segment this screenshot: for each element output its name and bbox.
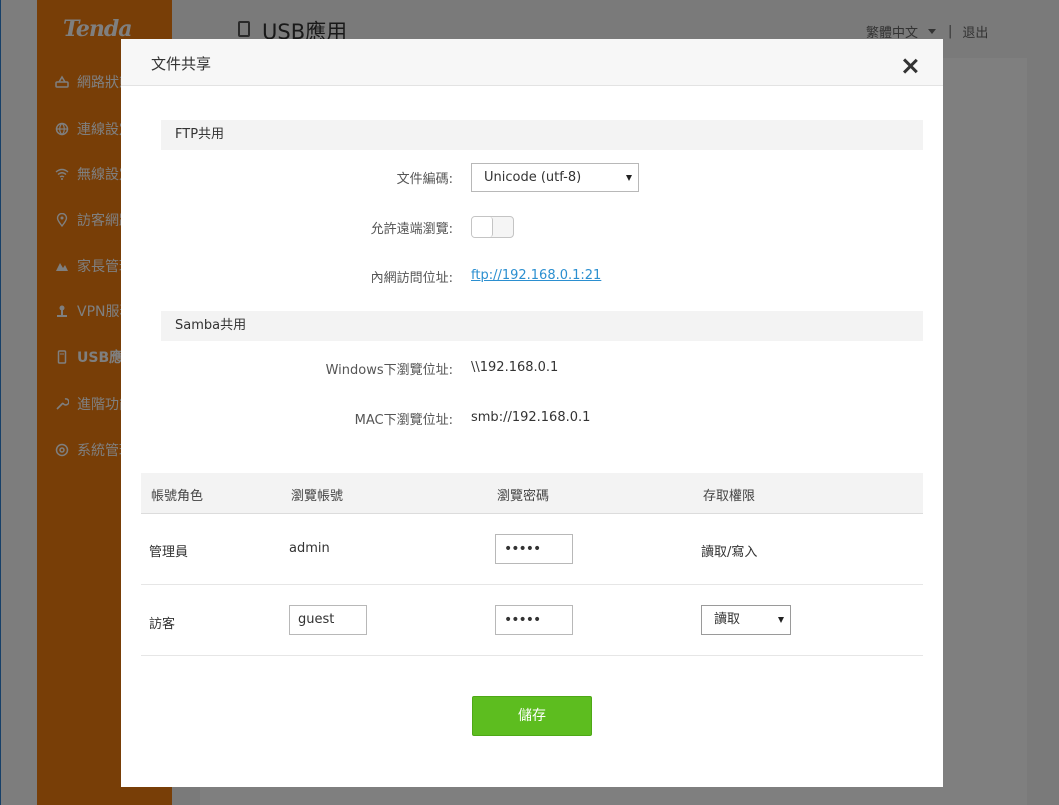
dialog-header: 文件共享 [121, 39, 943, 86]
encoding-label: 文件編碼: [396, 172, 453, 187]
guest-password-input[interactable]: ••••• [495, 605, 573, 635]
mac-address-value: smb://192.168.0.1 [471, 410, 591, 425]
column-header-password: 瀏覽密碼 [497, 489, 550, 504]
column-header-role: 帳號角色 [151, 489, 204, 504]
close-icon[interactable] [900, 56, 920, 76]
ftp-section-header: FTP共用 [161, 120, 923, 150]
save-button[interactable]: 儲存 [472, 696, 592, 736]
table-row: 管理員 admin ••••• 讀取/寫入 [141, 514, 923, 585]
dialog-title: 文件共享 [151, 55, 212, 73]
dropdown-arrow-icon [626, 175, 632, 181]
admin-password-input[interactable]: ••••• [495, 534, 573, 564]
permission-cell: 讀取/寫入 [701, 545, 758, 560]
encoding-select[interactable]: Unicode (utf-8) [471, 163, 639, 192]
column-header-account: 瀏覽帳號 [291, 489, 344, 504]
file-sharing-dialog: 文件共享 FTP共用 文件編碼: Unicode (utf-8) 允許遠端瀏覽:… [121, 39, 943, 787]
table-row: 訪客 guest ••••• 讀取 [141, 585, 923, 656]
column-header-permission: 存取權限 [703, 489, 756, 504]
encoding-value: Unicode (utf-8) [484, 170, 582, 185]
samba-section-header: Samba共用 [161, 311, 923, 341]
guest-permission-select[interactable]: 讀取 [701, 605, 791, 635]
lan-address-label: 內網訪問位址: [370, 271, 453, 286]
toggle-knob [472, 217, 493, 237]
remote-browse-toggle[interactable] [471, 216, 514, 238]
guest-account-input[interactable]: guest [289, 605, 367, 635]
permission-value: 讀取 [714, 612, 741, 627]
windows-address-value: \\192.168.0.1 [471, 360, 559, 375]
mac-address-label: MAC下瀏覽位址: [354, 413, 453, 428]
dropdown-arrow-icon [778, 617, 784, 623]
role-cell: 管理員 [149, 545, 189, 560]
accounts-table-header: 帳號角色 瀏覽帳號 瀏覽密碼 存取權限 [141, 473, 923, 514]
windows-address-label: Windows下瀏覽位址: [325, 363, 453, 378]
ftp-address-link[interactable]: ftp://192.168.0.1:21 [471, 268, 601, 283]
remote-browse-label: 允許遠端瀏覽: [370, 222, 453, 237]
role-cell: 訪客 [149, 617, 176, 632]
account-cell: admin [289, 541, 330, 556]
